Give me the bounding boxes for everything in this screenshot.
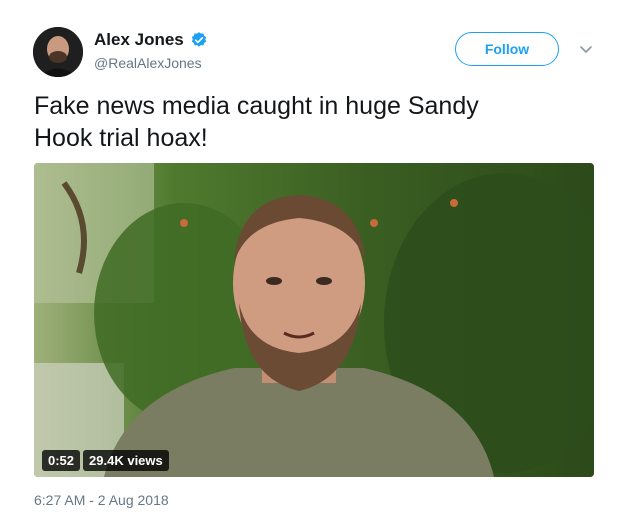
avatar[interactable] xyxy=(33,27,83,77)
tweet-text: Fake news media caught in huge Sandy Hoo… xyxy=(34,92,479,152)
video-player[interactable] xyxy=(34,163,594,477)
tweet-timestamp[interactable]: 6:27 AM - 2 Aug 2018 xyxy=(34,492,169,508)
verified-badge-icon xyxy=(190,31,208,49)
video-duration: 0:52 xyxy=(42,450,81,471)
user-name-row[interactable]: Alex Jones xyxy=(94,30,208,50)
video-badges: 0:52 29.4K views xyxy=(42,450,169,471)
video-thumbnail xyxy=(34,163,594,477)
display-name[interactable]: Alex Jones xyxy=(94,30,184,50)
video-view-count: 29.4K views xyxy=(83,450,169,471)
avatar-image xyxy=(33,27,83,77)
follow-button[interactable]: Follow xyxy=(455,32,559,66)
chevron-down-icon[interactable] xyxy=(578,41,594,57)
user-handle[interactable]: @RealAlexJones xyxy=(94,55,202,71)
